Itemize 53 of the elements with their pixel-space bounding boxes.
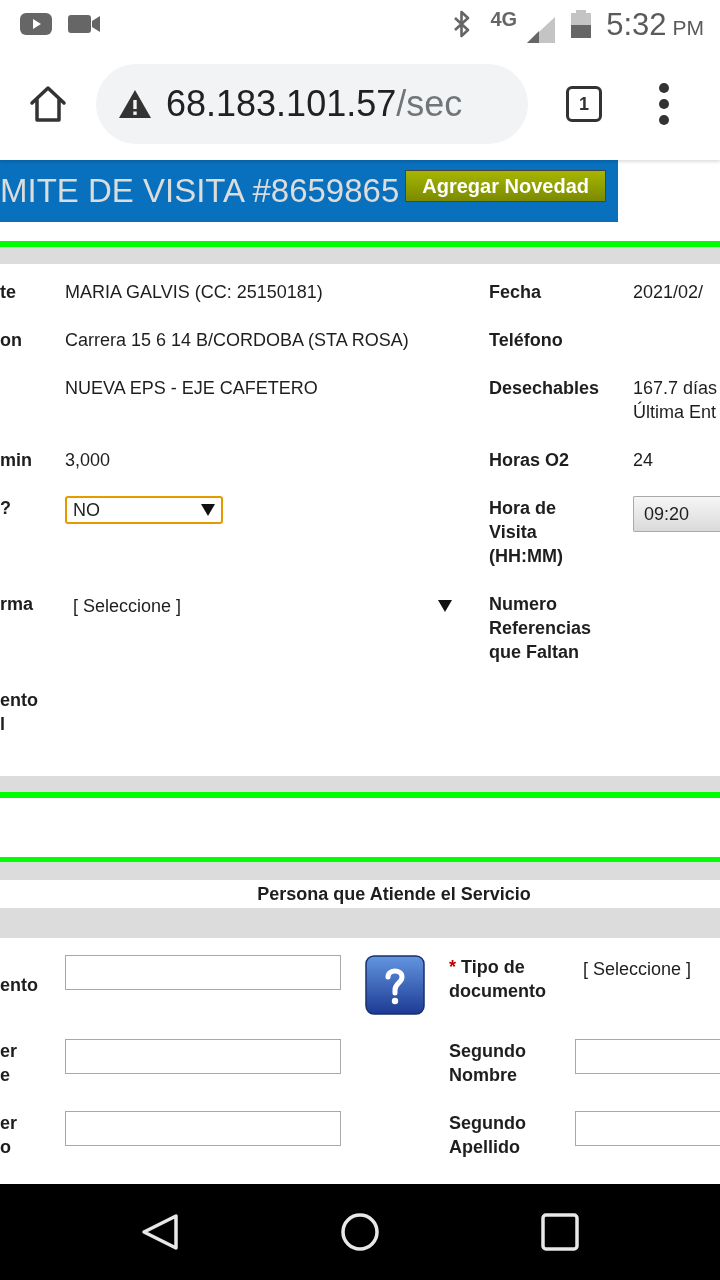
home-circle-icon[interactable] [338,1212,382,1252]
warning-icon [118,89,152,119]
field-value: 167.7 días Última Ent [633,378,718,422]
text-input[interactable] [65,1039,341,1074]
clock-time: 5:32 [606,8,667,40]
field-label: te [0,282,16,302]
field-value: MARIA GALVIS (CC: 25150181) [65,282,323,302]
field-label: Numero Referencias que Faltan [489,594,592,662]
select-field[interactable]: NO [65,496,223,524]
field-label: Hora de Visita (HH:MM) [489,498,563,566]
field-value: 3,000 [65,450,111,470]
address-bar[interactable]: 68.183.101.57/sec [96,64,528,144]
field-label: Fecha [489,282,542,302]
home-icon[interactable] [28,84,68,124]
field-label: Desechables [489,378,600,398]
field-label: on [0,330,22,350]
field-label: * Tipo de documento [449,957,546,1001]
text-input[interactable] [65,1111,341,1146]
field-value: NUEVA EPS - EJE CAFETERO [65,378,318,398]
clock-meridiem: PM [672,16,704,38]
tab-switcher-button[interactable]: 1 [566,86,602,122]
signal-icon [527,17,556,43]
field-label: ento l [0,690,38,734]
caret-icon [438,600,452,612]
field-label: Horas O2 [489,450,570,470]
caret-icon [201,504,215,516]
banner-title: MITE DE VISITA #8659865 [0,171,400,211]
field-label: rma [0,594,34,614]
field-label: ento [0,974,39,997]
text-input[interactable] [65,955,341,990]
recent-apps-icon[interactable] [538,1213,582,1251]
field-value: Carrera 15 6 14 B/CORDOBA (STA ROSA) [65,330,409,350]
field-label: er e [0,1040,18,1087]
section-heading: Persona que Atiende el Servicio [257,883,531,906]
network-type-label: 4G [490,9,518,29]
field-value: 2021/02/ [633,282,704,302]
video-play-icon [20,12,52,36]
time-field[interactable]: 09:20 [633,496,720,532]
url-host-text: 68.183.101.57 [166,86,397,122]
field-label: ? [0,498,11,518]
field-label: Segundo Nombre [449,1041,526,1085]
field-label: Segundo Apellido [449,1113,526,1157]
field-label: min [0,450,32,470]
text-input[interactable] [575,1111,720,1146]
field-value: 24 [633,450,654,470]
url-path-text: /sec [396,86,463,122]
battery-icon [571,10,592,38]
field-label: Teléfono [489,330,563,350]
video-camera-icon [68,13,100,35]
text-input[interactable] [575,1039,720,1074]
field-label: er o [0,1112,18,1159]
help-icon[interactable] [365,955,425,1015]
menu-icon[interactable] [658,82,670,126]
